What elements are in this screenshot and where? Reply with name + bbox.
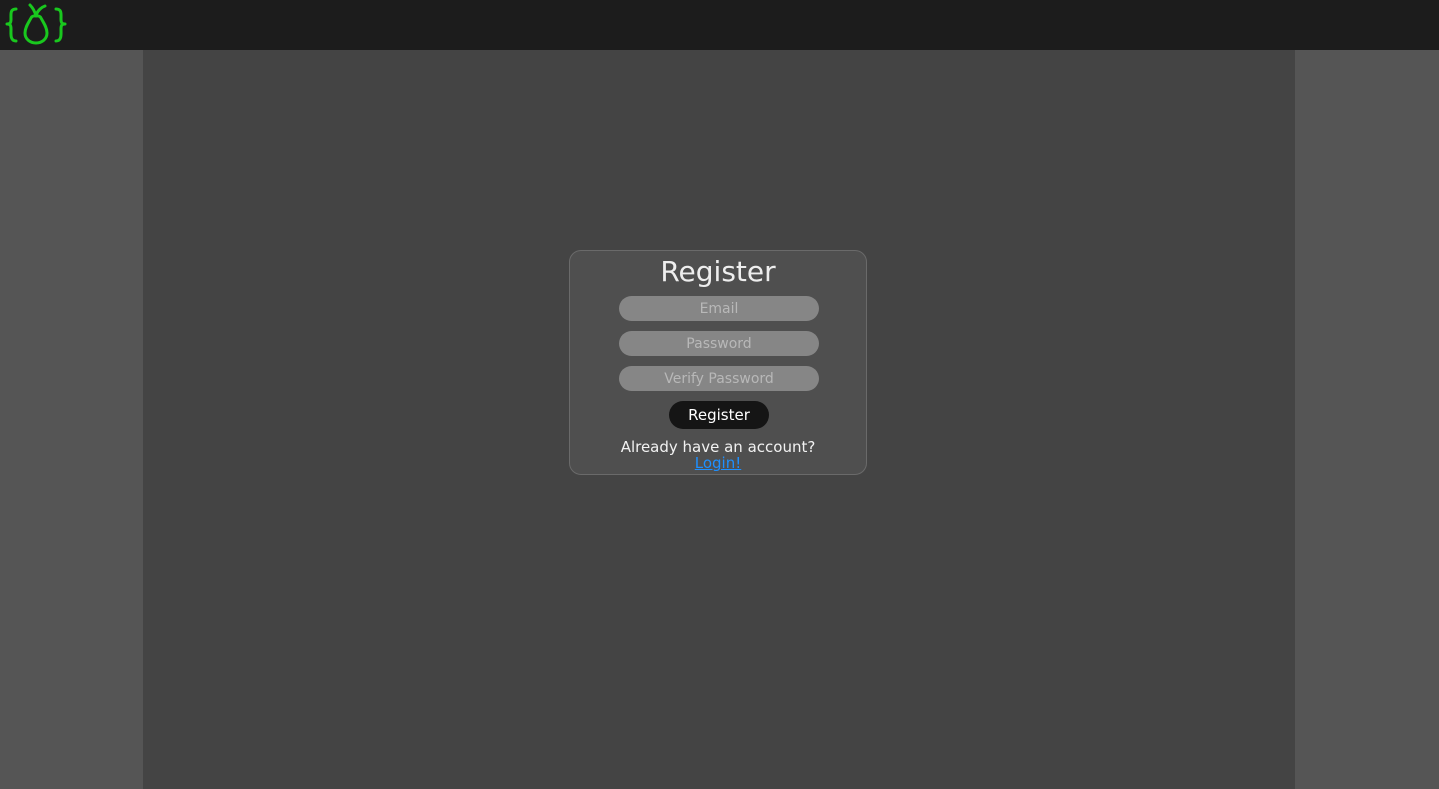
pear-braces-logo-icon[interactable]	[4, 2, 68, 48]
login-link[interactable]: Login!	[695, 454, 741, 472]
register-button[interactable]: Register	[669, 401, 769, 429]
top-navbar	[0, 0, 1439, 50]
password-input[interactable]	[619, 331, 819, 356]
verify-password-input[interactable]	[619, 366, 819, 391]
login-link-container: Login!	[570, 455, 866, 472]
register-title: Register	[660, 255, 776, 288]
email-input[interactable]	[619, 296, 819, 321]
register-card: Register Register Already have an accoun…	[569, 250, 867, 475]
